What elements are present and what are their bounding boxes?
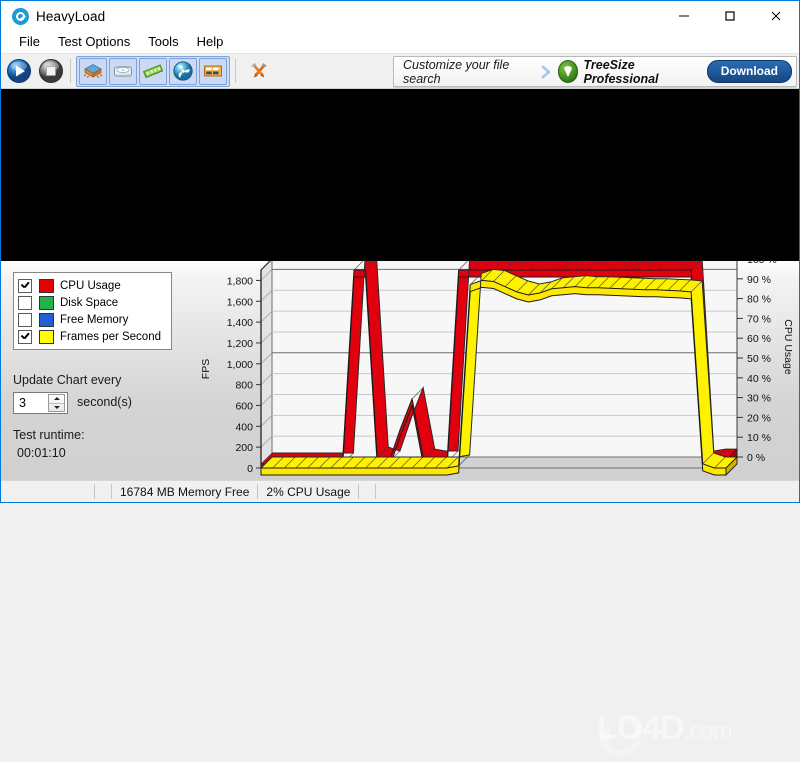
status-bar: 16784 MB Memory Free 2% CPU Usage — [1, 480, 799, 502]
legend-swatch-free-memory — [39, 312, 54, 327]
legend-item-free-memory[interactable]: Free Memory — [18, 311, 166, 328]
y-axis-tick-label: 0 — [247, 463, 253, 475]
y2-axis-tick-label: 100 % — [747, 261, 777, 266]
menu-item-file[interactable]: File — [10, 31, 49, 53]
y2-axis-tick-label: 10 % — [747, 432, 771, 444]
download-button[interactable]: Download — [706, 60, 793, 83]
stress-memory-button[interactable] — [139, 57, 167, 85]
toolbar-separator-2 — [235, 59, 236, 83]
close-button[interactable] — [753, 1, 799, 31]
y2-axis-tick-label: 50 % — [747, 353, 771, 365]
y-axis-tick-label: 1,600 — [227, 296, 253, 308]
y-axis-tick-label: 600 — [235, 400, 253, 412]
chart-legend: CPU Usage Disk Space Free Memory Frames … — [13, 272, 172, 350]
maximize-button[interactable] — [707, 1, 753, 31]
watermark-suffix: .com — [683, 718, 733, 745]
y2-axis-tick-label: 30 % — [747, 393, 771, 405]
status-separator-2 — [111, 484, 112, 499]
legend-checkbox-free-memory[interactable] — [18, 312, 32, 327]
y-axis-tick-label: 1,400 — [227, 317, 253, 329]
window-controls — [661, 1, 799, 31]
watermark-text: LO4D — [597, 709, 685, 747]
y2-axis-tick-label: 90 % — [747, 274, 771, 286]
stop-test-button[interactable] — [37, 57, 65, 85]
treesize-logo-icon — [557, 60, 579, 83]
ad-banner[interactable]: Customize your file search TreeSize Prof… — [393, 56, 797, 87]
y2-axis-tick-label: 70 % — [747, 313, 771, 325]
y-axis-tick-label: 1,800 — [227, 275, 253, 287]
y-axis-title: FPS — [200, 359, 212, 379]
y2-axis-tick-label: 0 % — [747, 452, 765, 464]
status-memory-free: 16784 MB Memory Free — [120, 484, 250, 499]
legend-label-cpu-usage: CPU Usage — [60, 279, 121, 292]
chevron-right-icon — [540, 65, 552, 79]
update-interval-unit: second(s) — [77, 395, 132, 409]
menu-item-help[interactable]: Help — [188, 31, 233, 53]
watermark: LO4D.com — [597, 709, 733, 748]
chart-svg: 0 200 400 600 800 1,000 1,200 1,400 1,600 1,800 FP… — [200, 254, 794, 477]
status-separator-4 — [358, 484, 360, 499]
chart-side-panel: CPU Usage Disk Space Free Memory Frames … — [1, 261, 197, 501]
minimize-button[interactable] — [661, 1, 707, 31]
status-separator-3 — [257, 484, 259, 499]
chart-panel: CPU Usage Disk Space Free Memory Frames … — [1, 254, 800, 756]
stress-disk-button[interactable] — [109, 57, 137, 85]
heavyload-window: HeavyLoad File Test Options Tools Help C… — [0, 0, 800, 756]
title-bar: HeavyLoad — [1, 1, 799, 31]
update-chart-label: Update Chart every — [13, 373, 122, 387]
performance-chart: 0 200 400 600 800 1,000 1,200 1,400 1,600 1,800 FP… — [187, 254, 800, 501]
window-title: HeavyLoad — [36, 8, 106, 24]
stress-gpu-button[interactable] — [169, 57, 197, 85]
legend-label-disk-space: Disk Space — [60, 296, 119, 309]
legend-item-disk-space[interactable]: Disk Space — [18, 294, 166, 311]
y-axis-tick-label: 800 — [235, 380, 253, 392]
update-interval-stepper[interactable]: 3 — [13, 392, 68, 414]
legend-item-cpu-usage[interactable]: CPU Usage — [18, 277, 166, 294]
y2-axis-title: CPU Usage — [782, 319, 794, 375]
test-runtime-label: Test runtime: — [13, 428, 85, 442]
y-axis-tick-label: 1,200 — [227, 338, 253, 350]
toolbar: Customize your file search TreeSize Prof… — [1, 53, 799, 88]
allocate-memory-button[interactable] — [199, 57, 227, 85]
legend-item-frames-per-second[interactable]: Frames per Second — [18, 328, 166, 345]
heavyload-logo-icon — [12, 7, 29, 25]
legend-swatch-frames-per-second — [39, 329, 54, 344]
start-test-button[interactable] — [5, 57, 33, 85]
ad-tagline: Customize your file search — [403, 57, 510, 86]
toolbar-separator-1 — [70, 59, 71, 83]
update-interval-value[interactable]: 3 — [14, 396, 48, 410]
stress-cpu-button[interactable] — [79, 57, 107, 85]
legend-swatch-disk-space — [39, 295, 54, 310]
y-axis-tick-label: 1,000 — [227, 359, 253, 371]
stepper-down-button[interactable] — [49, 404, 64, 412]
legend-swatch-cpu-usage — [39, 278, 54, 293]
y2-axis-tick-label: 40 % — [747, 373, 771, 385]
legend-checkbox-disk-space[interactable] — [18, 295, 32, 310]
status-separator-5 — [375, 484, 377, 499]
status-cpu-usage: 2% CPU Usage — [266, 484, 351, 499]
stepper-buttons — [48, 394, 65, 412]
y2-axis-tick-label: 20 % — [747, 412, 771, 424]
menu-bar: File Test Options Tools Help — [1, 31, 799, 53]
menu-item-test-options[interactable]: Test Options — [49, 31, 139, 53]
stepper-up-button[interactable] — [49, 395, 64, 404]
stress-test-button-group — [76, 55, 230, 87]
stress-render-area — [1, 88, 799, 261]
status-separator-1 — [94, 484, 95, 499]
y-axis-tick-label: 400 — [235, 421, 253, 433]
watermark-arrows-icon — [597, 713, 642, 757]
options-button[interactable] — [245, 57, 273, 85]
legend-label-frames-per-second: Frames per Second — [60, 330, 161, 343]
legend-checkbox-frames-per-second[interactable] — [18, 329, 32, 344]
legend-checkbox-cpu-usage[interactable] — [18, 278, 32, 293]
ad-brand-name: TreeSize Professional — [583, 57, 659, 86]
test-runtime-value: 00:01:10 — [17, 446, 66, 460]
y2-axis-tick-label: 80 % — [747, 294, 771, 306]
legend-label-free-memory: Free Memory — [60, 313, 129, 326]
y2-axis-tick-label: 60 % — [747, 333, 771, 345]
menu-item-tools[interactable]: Tools — [139, 31, 187, 53]
y-axis-tick-label: 200 — [235, 442, 253, 454]
